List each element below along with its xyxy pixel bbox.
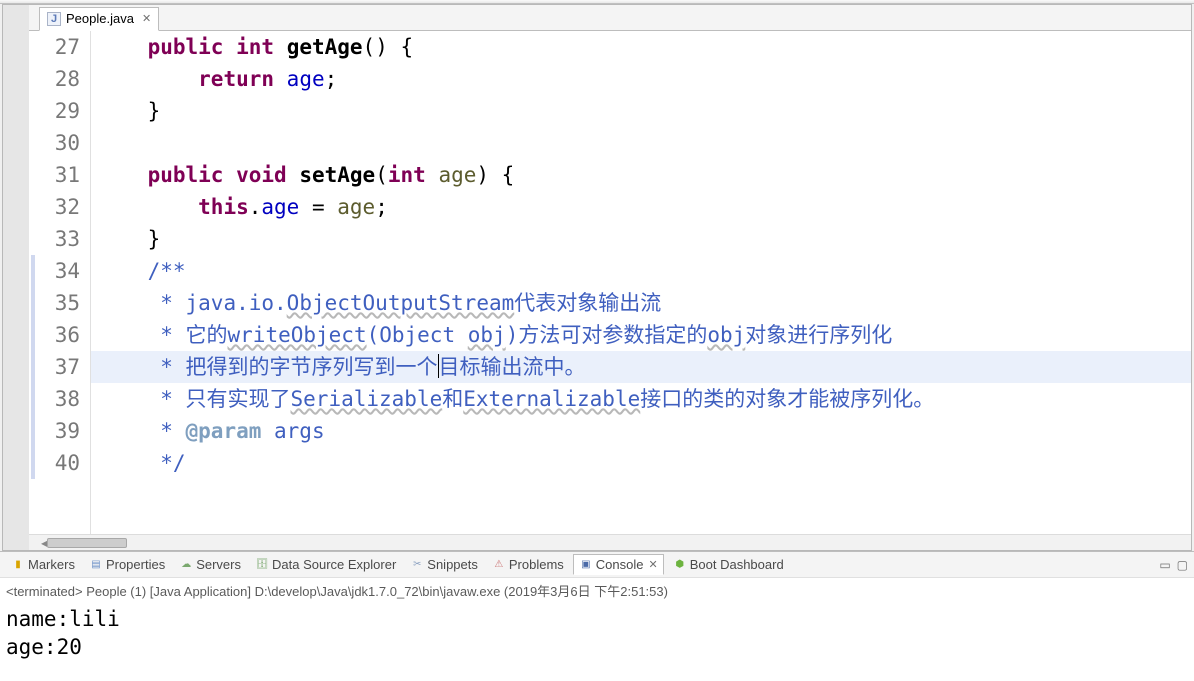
boot-icon: ⬢ bbox=[673, 558, 687, 572]
tab-console[interactable]: ▣Console✕ bbox=[573, 554, 664, 575]
close-icon[interactable]: ✕ bbox=[649, 558, 658, 571]
database-icon: 🗄 bbox=[255, 558, 269, 572]
servers-icon: ☁ bbox=[179, 558, 193, 572]
editor-tab-bar: J People.java ✕ bbox=[29, 5, 1191, 31]
editor-area: J People.java ✕ 27 28 29 30 31 32 33 34 … bbox=[2, 4, 1192, 551]
current-line: * 把得到的字节序列写到一个目标输出流中。 bbox=[91, 351, 1191, 383]
snippets-icon: ✂ bbox=[410, 558, 424, 572]
java-file-icon: J bbox=[47, 12, 61, 26]
console-output[interactable]: name:lili age:20 bbox=[0, 603, 1194, 681]
left-margin-stripe bbox=[3, 5, 29, 550]
code-editor[interactable]: public int getAge() { return age; } publ… bbox=[91, 31, 1191, 534]
scrollbar-thumb[interactable] bbox=[47, 538, 127, 548]
close-icon[interactable]: ✕ bbox=[142, 12, 151, 25]
console-icon: ▣ bbox=[579, 558, 593, 572]
console-run-info: <terminated> People (1) [Java Applicatio… bbox=[0, 577, 1194, 603]
problems-icon: ⚠ bbox=[492, 558, 506, 572]
maximize-icon[interactable]: ▢ bbox=[1177, 558, 1188, 572]
file-tab-label: People.java bbox=[66, 11, 134, 26]
tab-boot-dashboard[interactable]: ⬢Boot Dashboard bbox=[668, 555, 789, 574]
tab-snippets[interactable]: ✂Snippets bbox=[405, 555, 483, 574]
properties-icon: ▤ bbox=[89, 558, 103, 572]
console-line: name:lili bbox=[6, 605, 1188, 633]
file-tab-people-java[interactable]: J People.java ✕ bbox=[39, 7, 159, 31]
bottom-view-tabs: ▮Markers ▤Properties ☁Servers 🗄Data Sour… bbox=[0, 551, 1194, 577]
tab-data-source-explorer[interactable]: 🗄Data Source Explorer bbox=[250, 555, 401, 574]
tab-servers[interactable]: ☁Servers bbox=[174, 555, 246, 574]
tab-properties[interactable]: ▤Properties bbox=[84, 555, 170, 574]
markers-icon: ▮ bbox=[11, 558, 25, 572]
horizontal-scrollbar[interactable]: ◂ bbox=[29, 534, 1191, 550]
tab-problems[interactable]: ⚠Problems bbox=[487, 555, 569, 574]
minimize-icon[interactable]: ▭ bbox=[1159, 558, 1170, 572]
tab-markers[interactable]: ▮Markers bbox=[6, 555, 80, 574]
line-number-gutter: 27 28 29 30 31 32 33 34 35 36 37 38 39 4… bbox=[29, 31, 91, 534]
console-line: age:20 bbox=[6, 633, 1188, 661]
